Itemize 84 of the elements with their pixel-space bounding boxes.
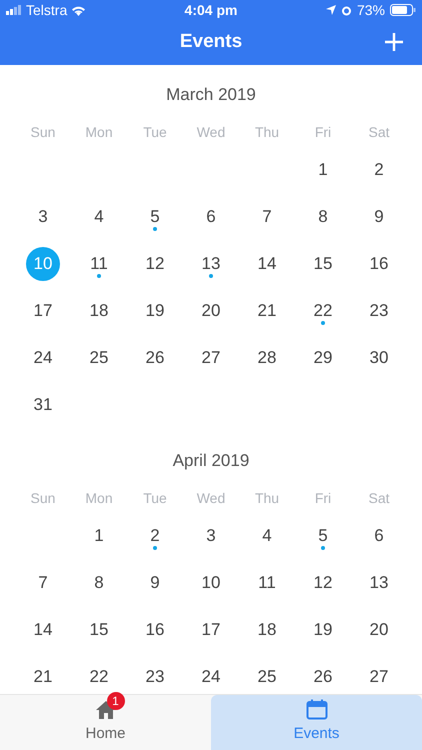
month-title: March 2019	[166, 84, 256, 106]
page-title: Events	[180, 30, 242, 54]
weekday-label: Wed	[196, 123, 226, 142]
day-cell[interactable]: 1	[306, 152, 340, 186]
weekday-label: Sat	[367, 123, 390, 142]
day-cell[interactable]: 30	[362, 340, 396, 374]
day-cell[interactable]: 22	[306, 294, 340, 328]
day-cell[interactable]: 11	[82, 246, 116, 280]
day-cell[interactable]: 4	[250, 518, 284, 552]
day-cell[interactable]: 18	[82, 294, 116, 328]
day-cell[interactable]: 15	[82, 612, 116, 646]
day-cell[interactable]: 6	[194, 200, 228, 234]
day-cell[interactable]: 25	[250, 660, 284, 694]
day-cell[interactable]: 9	[362, 200, 396, 234]
day-cell[interactable]: 5	[306, 518, 340, 552]
day-cell[interactable]: 10	[194, 566, 228, 600]
day-cell[interactable]: 5	[138, 200, 172, 234]
day-cell[interactable]: 14	[26, 612, 60, 646]
weekday-label: Mon	[84, 489, 114, 508]
day-cell[interactable]: 21	[26, 660, 60, 694]
day-cell[interactable]: 14	[250, 246, 284, 280]
weekday-label: Sun	[30, 123, 56, 142]
day-cell[interactable]: 7	[250, 200, 284, 234]
weekday-label: Sat	[367, 489, 390, 508]
weekday-label: Sun	[30, 489, 56, 508]
day-cell[interactable]: 3	[194, 518, 228, 552]
day-cell[interactable]: 23	[138, 660, 172, 694]
battery-icon	[390, 4, 416, 16]
day-cell[interactable]: 8	[306, 200, 340, 234]
day-cell[interactable]: 25	[82, 340, 116, 374]
calendar-icon	[306, 699, 328, 720]
day-cell[interactable]: 6	[362, 518, 396, 552]
weekday-label: Wed	[196, 489, 226, 508]
weekday-label: Tue	[142, 123, 168, 142]
notification-badge: 1	[106, 692, 124, 710]
day-cell[interactable]: 28	[250, 340, 284, 374]
day-cell[interactable]: 18	[250, 612, 284, 646]
clock-time: 4:04 pm	[184, 0, 238, 20]
day-cell[interactable]: 17	[194, 612, 228, 646]
weekday-label: Mon	[84, 123, 114, 142]
day-cell[interactable]: 26	[306, 660, 340, 694]
location-arrow-icon	[326, 5, 336, 15]
day-cell[interactable]: 27	[362, 660, 396, 694]
day-cell[interactable]: 22	[82, 660, 116, 694]
day-cell[interactable]: 19	[306, 612, 340, 646]
weekday-label: Thu	[254, 489, 280, 508]
day-cell[interactable]: 20	[194, 294, 228, 328]
weekday-label: Thu	[254, 123, 280, 142]
day-cell[interactable]: 13	[194, 246, 228, 280]
weekday-label: Fri	[314, 489, 332, 508]
day-cell[interactable]: 24	[194, 660, 228, 694]
day-cell[interactable]: 9	[138, 566, 172, 600]
month-title: April 2019	[172, 450, 250, 472]
day-cell[interactable]: 29	[306, 340, 340, 374]
day-cell[interactable]: 2	[362, 152, 396, 186]
day-cell[interactable]: 26	[138, 340, 172, 374]
day-cell[interactable]: 17	[26, 294, 60, 328]
signal-icon	[6, 5, 22, 15]
day-cell[interactable]: 8	[82, 566, 116, 600]
weekday-label: Tue	[142, 489, 168, 508]
weekday-label: Fri	[314, 123, 332, 142]
day-cell[interactable]: 23	[362, 294, 396, 328]
day-cell[interactable]: 16	[138, 612, 172, 646]
day-cell[interactable]: 2	[138, 518, 172, 552]
battery-percentage: 73%	[356, 0, 385, 20]
day-cell[interactable]: 16	[362, 246, 396, 280]
day-cell[interactable]: 7	[26, 566, 60, 600]
day-cell[interactable]: 21	[250, 294, 284, 328]
day-cell[interactable]: 24	[26, 340, 60, 374]
day-cell[interactable]: 15	[306, 246, 340, 280]
day-cell[interactable]: 27	[194, 340, 228, 374]
wifi-icon	[71, 4, 86, 16]
carrier-name: Telstra	[26, 0, 68, 20]
day-cell[interactable]: 1	[82, 518, 116, 552]
day-cell[interactable]: 12	[306, 566, 340, 600]
day-cell[interactable]: 13	[362, 566, 396, 600]
day-cell[interactable]: 4	[82, 200, 116, 234]
plus-icon	[384, 32, 404, 52]
day-cell[interactable]: 12	[138, 246, 172, 280]
day-cell[interactable]: 20	[362, 612, 396, 646]
day-cell[interactable]: 31	[26, 388, 60, 422]
day-cell[interactable]: 3	[26, 200, 60, 234]
day-cell[interactable]: 19	[138, 294, 172, 328]
day-cell[interactable]: 11	[250, 566, 284, 600]
